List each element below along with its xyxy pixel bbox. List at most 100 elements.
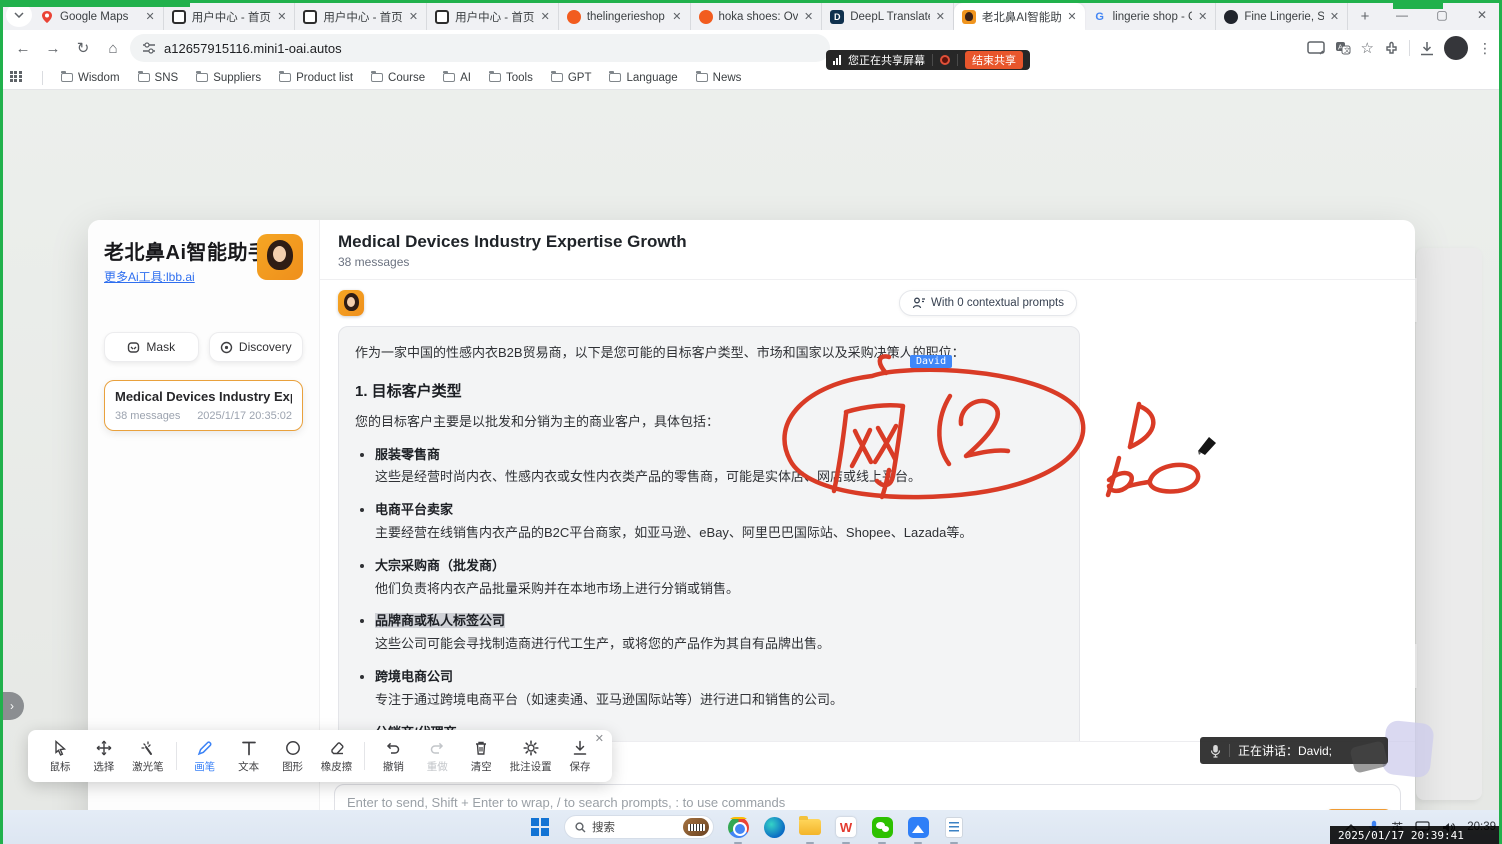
contextual-prompts-pill[interactable]: With 0 contextual prompts [899,290,1077,316]
bookmark-news[interactable]: News [696,72,742,84]
cast-icon[interactable] [1307,41,1325,55]
recording-timestamp-overlay: 2025/01/17 20:39:41 [1330,826,1502,844]
bookmark-wisdom[interactable]: Wisdom [61,72,120,84]
tool-select[interactable]: 选择 [84,739,124,774]
browser-toolbar: ← → ↻ ⌂ a12657915116.mini1-oai.autos A文 … [0,30,1502,66]
tab-close-icon[interactable]: ✕ [1198,10,1207,23]
tool-undo[interactable]: 撤销 [373,739,413,774]
tab-close-icon[interactable]: ✕ [145,10,154,23]
bookmark-product-list[interactable]: Product list [279,72,353,84]
chat-subtitle: 38 messages [338,255,1397,269]
extensions-icon[interactable] [1384,41,1399,56]
address-bar[interactable]: a12657915116.mini1-oai.autos [130,34,830,62]
taskbar-meeting-app[interactable] [906,815,930,839]
tab-close-icon[interactable]: ✕ [936,10,945,23]
highlighted-text: 品牌商或私人标签公司 [375,613,505,628]
discovery-compass-icon [220,341,233,354]
tool-settings[interactable]: 批注设置 [505,739,556,774]
more-tools-link[interactable]: 更多Ai工具:lbb.ai [104,268,195,285]
search-icon [575,822,586,833]
downloads-icon[interactable] [1420,41,1434,56]
browser-menu-icon[interactable]: ⋮ [1478,40,1492,57]
chat-title: Medical Devices Industry Expertise Growt… [338,232,1397,252]
file-explorer-icon [799,819,821,835]
tab-hoka-shoes[interactable]: hoka shoes: Ove✕ [691,3,823,30]
floating-widget-blob[interactable] [1381,720,1434,779]
tool-laser[interactable]: 激光笔 [128,739,168,774]
taskbar-notes[interactable] [942,815,966,839]
side-drawer-panel[interactable] [1416,248,1482,800]
tab-close-icon[interactable]: ✕ [277,10,286,23]
chat-item-timestamp: 2025/1/17 20:35:02 [197,410,292,422]
tool-redo-disabled: 重做 [417,739,457,774]
forward-button[interactable]: → [40,35,66,61]
taskbar-edge[interactable] [762,815,786,839]
divider [176,742,177,770]
home-button[interactable]: ⌂ [100,35,126,61]
tool-mouse[interactable]: 鼠标 [40,739,80,774]
shop-favicon [567,10,581,24]
tab-close-icon[interactable]: ✕ [1067,10,1076,23]
divider [932,54,933,66]
tab-deepl[interactable]: DDeepL Translate✕ [822,3,954,30]
stop-sharing-button[interactable]: 结束共享 [965,51,1023,69]
bookmark-ai[interactable]: AI [443,72,471,84]
bookmark-tools[interactable]: Tools [489,72,533,84]
bookmark-language[interactable]: Language [609,72,677,84]
tab-close-icon[interactable]: ✕ [672,10,681,23]
start-button[interactable] [528,815,552,839]
translate-icon[interactable]: A文 [1335,41,1351,55]
taskbar-wechat[interactable] [870,815,894,839]
tool-text[interactable]: 文本 [229,739,269,774]
tab-thelingerieshop[interactable]: thelingerieshop✕ [559,3,691,30]
tab-ai-assistant-active[interactable]: 老北鼻AI智能助手✕ [954,3,1085,30]
folder-icon [61,73,73,82]
tool-pen-active[interactable]: 画笔 [185,739,225,774]
apps-grid-icon[interactable] [10,71,24,85]
chat-message-list[interactable]: With 0 contextual prompts 作为一家中国的性感内衣B2B… [320,280,1415,741]
mask-button[interactable]: Mask [104,332,199,362]
laser-pointer-icon [139,739,157,757]
taskbar-wps[interactable]: W [834,815,858,839]
tab-close-icon[interactable]: ✕ [804,10,813,23]
customer-type-list: 服装零售商这些是经营时尚内衣、性感内衣或女性内衣类产品的零售商，可能是实体店、网… [355,445,1063,741]
tab-lingerie-search[interactable]: Glingerie shop - G✕ [1085,3,1217,30]
new-tab-button[interactable]: + [1352,3,1378,29]
taskbar-search[interactable]: 搜索 [564,815,714,839]
eraser-icon [328,739,346,757]
tool-eraser[interactable]: 橡皮擦 [317,739,357,774]
back-button[interactable]: ← [10,35,36,61]
reload-button[interactable]: ↻ [70,35,96,61]
section-1-title: 1. 目标客户类型 [355,380,1063,404]
tab-google-maps[interactable]: Google Maps✕ [32,3,164,30]
chat-list-item-selected[interactable]: Medical Devices Industry Exp... 38 messa… [104,380,303,431]
discovery-button[interactable]: Discovery [209,332,304,362]
undo-icon [384,739,402,757]
bookmark-suppliers[interactable]: Suppliers [196,72,261,84]
tab-usercenter-1[interactable]: 用户中心 - 首页✕ [164,3,296,30]
edge-icon [764,817,785,838]
sharing-bars-icon [833,55,841,65]
tab-close-icon[interactable]: ✕ [409,10,418,23]
annotation-toolbar: 鼠标 选择 激光笔 画笔 文本 图形 橡皮擦 撤销 重做 清空 批注设置 [28,730,612,782]
tab-usercenter-3[interactable]: 用户中心 - 首页✕ [427,3,559,30]
tab-fine-lingerie[interactable]: Fine Lingerie, Sle✕ [1216,3,1348,30]
taskbar-chrome[interactable] [726,815,750,839]
tool-clear[interactable]: 清空 [461,739,501,774]
bookmark-gpt[interactable]: GPT [551,72,592,84]
annotator-name-badge: David [910,355,952,368]
close-button[interactable]: ✕ [1462,0,1502,30]
bookmark-sns[interactable]: SNS [138,72,179,84]
tab-close-icon[interactable]: ✕ [541,10,550,23]
tab-usercenter-2[interactable]: 用户中心 - 首页✕ [295,3,427,30]
bookmark-course[interactable]: Course [371,72,425,84]
tool-shape[interactable]: 图形 [273,739,313,774]
site-info-icon [142,42,156,54]
profile-avatar[interactable] [1444,36,1468,60]
bookmark-star-icon[interactable]: ☆ [1361,39,1374,57]
tab-close-icon[interactable]: ✕ [1330,10,1339,23]
taskbar-explorer[interactable] [798,815,822,839]
folder-icon [696,73,708,82]
folder-icon [609,73,621,82]
toolbar-close-icon[interactable]: ✕ [595,732,604,745]
